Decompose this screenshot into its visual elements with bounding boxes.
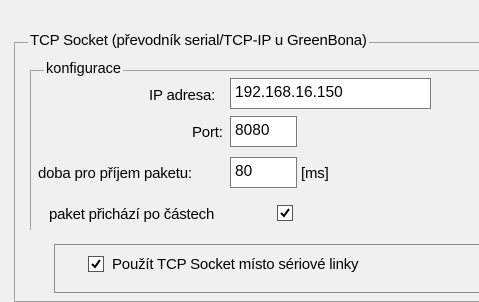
checkmark-icon: [280, 208, 290, 218]
port-label: Port:: [192, 124, 223, 141]
tcp-socket-group-title: TCP Socket (převodník serial/TCP-IP u Gr…: [28, 32, 369, 49]
packet-parts-checkbox[interactable]: [277, 205, 293, 221]
use-tcp-label[interactable]: Použít TCP Socket místo sériové linky: [112, 256, 359, 273]
packet-time-label: doba pro příjem paketu:: [38, 165, 192, 182]
ip-address-input[interactable]: 192.168.16.150: [230, 78, 431, 109]
ip-address-label: IP adresa:: [149, 87, 216, 104]
port-input[interactable]: 8080: [230, 116, 297, 147]
packet-time-unit: [ms]: [301, 165, 329, 182]
use-tcp-checkbox[interactable]: [88, 256, 104, 272]
packet-time-input[interactable]: 80: [230, 157, 297, 188]
checkmark-icon: [91, 259, 101, 269]
config-group-title: konfigurace: [44, 61, 123, 77]
packet-parts-label: paket přichází po částech: [49, 206, 215, 223]
